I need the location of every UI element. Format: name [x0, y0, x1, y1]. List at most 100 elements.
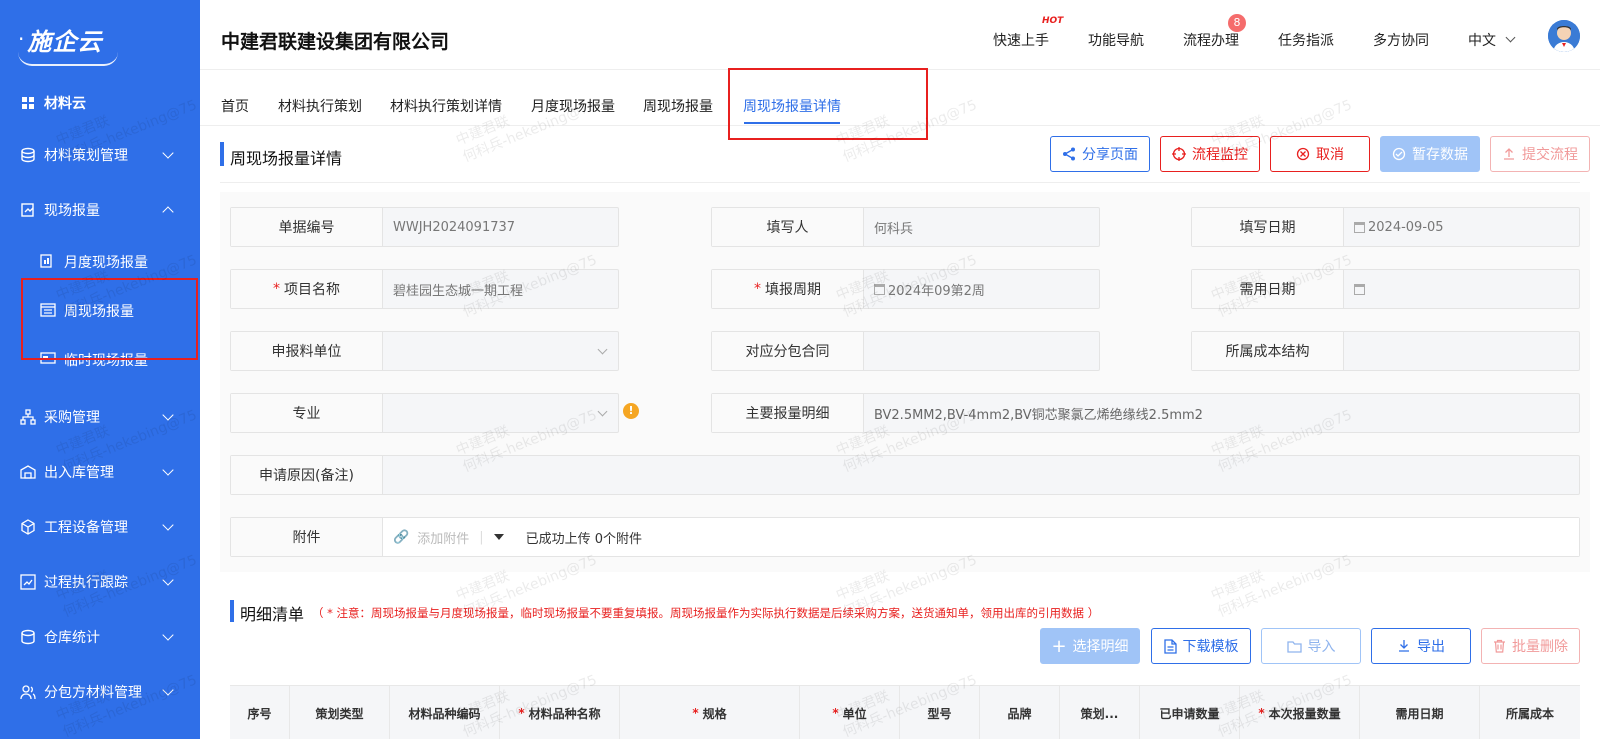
detail-table-header: 序号 策划类型 材料品种编码 * 材料品种名称 * 规格 * 单位 型号 品牌 策划.… — [230, 685, 1580, 739]
doc-no-field: 单据编号 WWJH2024091737 — [230, 207, 619, 247]
need-date-label: 需用日期 — [1192, 270, 1344, 308]
avatar[interactable] — [1548, 20, 1580, 52]
share-icon — [1063, 147, 1075, 161]
sidebar-item-subcontractor[interactable]: 分包方材料管理 — [0, 672, 200, 712]
warning-icon[interactable]: ! — [623, 403, 639, 419]
chevron-down-icon — [162, 574, 174, 586]
major-field: 专业 — [230, 393, 619, 433]
nav-process[interactable]: 流程办理 — [1183, 30, 1239, 50]
batch-delete-button[interactable]: 批量删除 — [1481, 628, 1580, 664]
sidebar-item-site-report[interactable]: 现场报量 — [0, 190, 200, 230]
project-field: * 项目名称 碧桂园生态城一期工程 — [230, 269, 619, 309]
doc-no-value: WWJH2024091737 — [393, 219, 516, 235]
sidebar-item-material-planning[interactable]: 材料策划管理 — [0, 135, 200, 175]
import-button[interactable]: 导入 — [1261, 628, 1361, 664]
sidebar-item-warehouse-stats[interactable]: 仓库统计 — [0, 617, 200, 657]
form-area — [220, 192, 1590, 572]
share-page-button[interactable]: 分享页面 — [1050, 136, 1150, 172]
attachment-label: 附件 — [231, 518, 383, 556]
stack-icon — [20, 629, 36, 645]
export-label: 导出 — [1417, 639, 1445, 655]
nav-collaboration[interactable]: 多方协同 — [1373, 30, 1429, 50]
sidebar-item-label: 过程执行跟踪 — [44, 575, 128, 591]
nav-task-assign[interactable]: 任务指派 — [1278, 30, 1334, 50]
process-monitor-label: 流程监控 — [1192, 147, 1248, 163]
contract-label: 对应分包合同 — [712, 332, 864, 370]
select-detail-button[interactable]: + 选择明细 — [1040, 628, 1140, 664]
logo: · 施企云 — [18, 18, 118, 66]
sidebar-item-label: 现场报量 — [44, 203, 100, 219]
download-template-button[interactable]: 下载模板 — [1151, 628, 1251, 664]
tab-material-plan[interactable]: 材料执行策划 — [278, 96, 362, 116]
fill-date-text: 2024-09-05 — [1368, 219, 1444, 235]
column-header: 序号 — [230, 686, 290, 739]
contract-value[interactable] — [864, 332, 1099, 370]
cancel-label: 取消 — [1316, 147, 1344, 163]
add-attachment-button[interactable]: 添加附件 — [417, 528, 469, 547]
need-date-field: 需用日期 — [1191, 269, 1580, 309]
cost-value[interactable] — [1344, 332, 1579, 370]
cost-label: 所属成本结构 — [1192, 332, 1344, 370]
save-draft-button[interactable]: 暂存数据 — [1380, 136, 1480, 172]
column-header-text: 单位 — [842, 706, 867, 721]
detail-title: 明细清单 — [240, 605, 305, 624]
tab-material-plan-detail[interactable]: 材料执行策划详情 — [390, 96, 502, 116]
chevron-down-icon — [162, 684, 174, 696]
unit-select[interactable] — [383, 332, 618, 370]
chevron-down-icon — [162, 464, 174, 476]
chevron-down-icon — [162, 519, 174, 531]
fill-date-field: 填写日期 2024-09-05 — [1191, 207, 1580, 247]
fill-date-value: 2024-09-05 — [1344, 208, 1579, 246]
column-header: 材料品种编码 — [390, 686, 500, 739]
target-icon — [1172, 147, 1186, 161]
download-icon — [1399, 640, 1409, 652]
nav-function-guide[interactable]: 功能导航 — [1088, 30, 1144, 50]
detail-note: （ * 注意：周现场报量与月度现场报量，临时现场报量不要重复填报。周现场报量作为… — [312, 606, 1100, 620]
tab-monthly-report[interactable]: 月度现场报量 — [531, 96, 615, 116]
chevron-down-icon — [597, 406, 608, 417]
export-button[interactable]: 导出 — [1371, 628, 1471, 664]
process-monitor-button[interactable]: 流程监控 — [1160, 136, 1260, 172]
sidebar-item-purchase[interactable]: 采购管理 — [0, 397, 200, 437]
tab-home[interactable]: 首页 — [221, 96, 249, 116]
column-header-text: 本次报量数量 — [1268, 706, 1341, 721]
close-circle-icon — [1296, 147, 1310, 161]
language-select[interactable]: 中文 — [1468, 30, 1496, 50]
chevron-up-icon — [162, 206, 174, 218]
trash-icon — [1494, 639, 1505, 653]
chart-icon — [20, 574, 36, 590]
select-detail-label: 选择明细 — [1072, 639, 1129, 655]
divider — [220, 182, 1580, 183]
major-select[interactable] — [383, 394, 618, 432]
cancel-button[interactable]: 取消 — [1270, 136, 1370, 172]
caret-down-icon[interactable] — [493, 534, 504, 540]
project-label-text: 项目名称 — [284, 282, 340, 298]
database-icon — [20, 147, 36, 163]
column-header: * 本次报量数量 — [1240, 686, 1360, 739]
need-date-value[interactable] — [1344, 270, 1579, 308]
reason-textarea[interactable] — [383, 456, 1579, 494]
submit-process-label: 提交流程 — [1522, 147, 1578, 163]
nav-quick-start[interactable]: 快速上手 — [993, 30, 1049, 50]
company-name: 中建君联建设集团有限公司 — [221, 31, 450, 53]
sidebar-item-label: 分包方材料管理 — [44, 685, 142, 701]
column-header-text: 材料品种名称 — [528, 706, 601, 721]
submit-process-button[interactable]: 提交流程 — [1490, 136, 1590, 172]
plus-icon: + — [1051, 635, 1067, 657]
sidebar-item-warehouse-io[interactable]: 出入库管理 — [0, 452, 200, 492]
main-detail-label: 主要报量明细 — [712, 394, 864, 432]
org-chart-icon — [20, 409, 36, 425]
column-header-text: 规格 — [702, 706, 727, 721]
period-value[interactable]: 2024年09第2周 — [864, 270, 1099, 308]
sidebar-item-monthly-report[interactable]: 月度现场报量 — [0, 242, 200, 282]
tab-weekly-report[interactable]: 周现场报量 — [643, 96, 713, 116]
save-draft-label: 暂存数据 — [1412, 147, 1468, 163]
project-value[interactable]: 碧桂园生态城一期工程 — [383, 270, 618, 308]
sidebar-item-equipment[interactable]: 工程设备管理 — [0, 507, 200, 547]
sidebar-item-material-cloud[interactable]: 材料云 — [0, 83, 200, 123]
calendar-icon — [1354, 221, 1365, 233]
batch-delete-label: 批量删除 — [1512, 639, 1568, 655]
sidebar-item-process-tracking[interactable]: 过程执行跟踪 — [0, 562, 200, 602]
sidebar-item-label: 仓库统计 — [44, 630, 100, 646]
people-icon — [20, 684, 36, 700]
